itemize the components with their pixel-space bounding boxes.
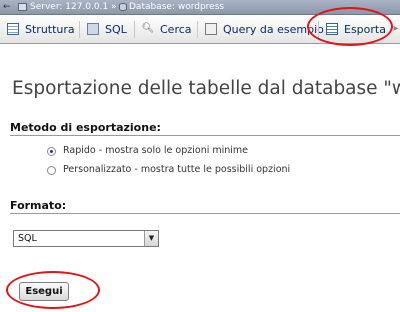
back-arrow-icon[interactable]: ← bbox=[3, 0, 11, 14]
tab-label: SQL bbox=[105, 23, 127, 36]
format-select[interactable]: SQL ▼ bbox=[13, 230, 159, 247]
format-select-value: SQL bbox=[18, 233, 37, 244]
tab-label: Struttura bbox=[25, 23, 75, 36]
export-method-legend: Metodo di esportazione: bbox=[10, 121, 161, 134]
export-icon bbox=[326, 23, 338, 35]
radio-button[interactable] bbox=[47, 166, 56, 175]
database-icon bbox=[119, 3, 127, 11]
more-tabs-icon: ▸ bbox=[393, 23, 399, 34]
chevron-down-icon[interactable]: ▼ bbox=[144, 231, 158, 246]
radio-label: Rapido - mostra solo le opzioni minime bbox=[63, 145, 249, 156]
breadcrumb: ← Server: 127.0.0.1 » Database: wordpres… bbox=[0, 0, 400, 15]
query-icon bbox=[205, 23, 217, 35]
structure-icon bbox=[7, 23, 19, 35]
sql-icon bbox=[87, 23, 99, 35]
radio-label: Personalizzato - mostra tutte le possibi… bbox=[63, 164, 291, 175]
format-legend: Formato: bbox=[10, 199, 67, 212]
breadcrumb-server[interactable]: Server: 127.0.0.1 » bbox=[30, 0, 117, 14]
breadcrumb-database[interactable]: Database: wordpress bbox=[129, 0, 224, 14]
tab-label: Query da esempio bbox=[223, 23, 324, 36]
divider bbox=[10, 135, 400, 136]
tab-label: Esporta bbox=[344, 23, 386, 36]
esegui-button[interactable]: Esegui bbox=[19, 282, 69, 301]
tab-bar: Struttura SQL 🔍︎ Cerca Query da esempio … bbox=[0, 15, 400, 44]
divider bbox=[10, 213, 400, 214]
server-icon bbox=[18, 3, 27, 11]
radio-button[interactable] bbox=[47, 147, 56, 156]
search-icon: 🔍︎ bbox=[141, 23, 155, 34]
page-title: Esportazione delle tabelle dal database … bbox=[12, 78, 400, 100]
tab-label: Cerca bbox=[160, 23, 192, 36]
